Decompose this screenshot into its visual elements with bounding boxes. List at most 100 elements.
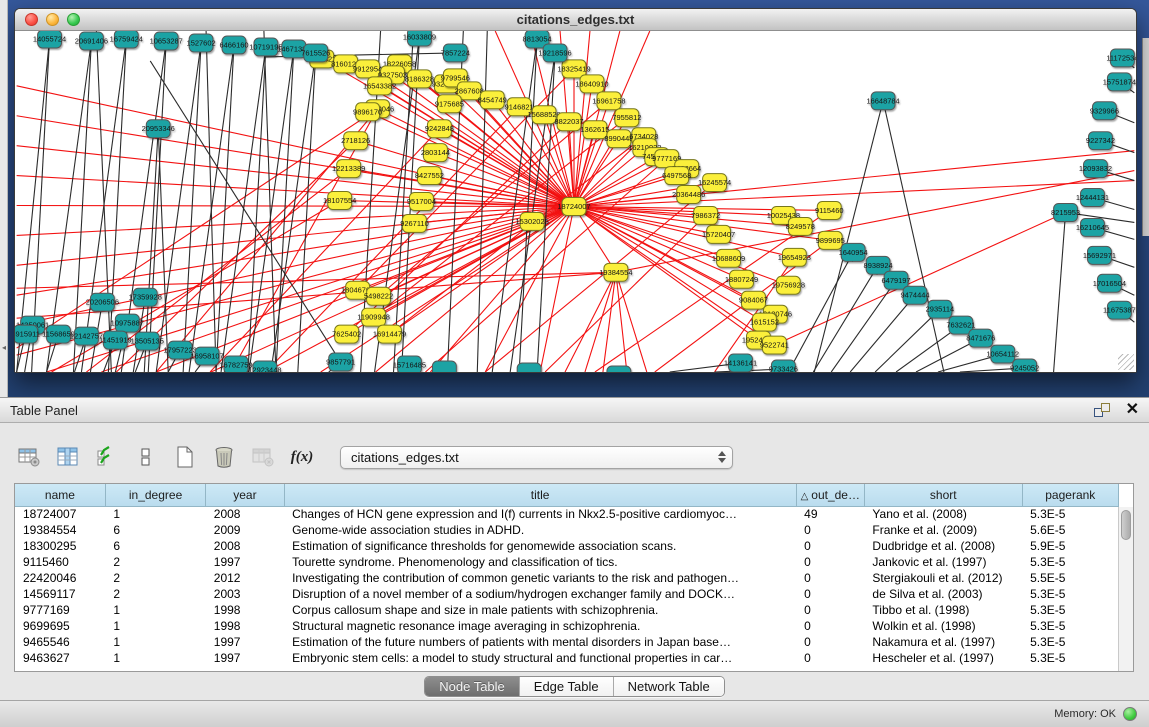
graph-node[interactable]: 6466160 — [219, 36, 248, 54]
graph-node[interactable]: 1527602 — [187, 34, 216, 52]
select-columns-icon[interactable] — [92, 442, 122, 472]
graph-node[interactable]: 11451919 — [99, 331, 132, 349]
table-cell[interactable]: 0 — [796, 634, 864, 650]
table-cell[interactable]: 5.9E-5 — [1022, 538, 1118, 554]
table-cell[interactable]: 1 — [105, 634, 205, 650]
table-cell[interactable]: 2012 — [206, 570, 284, 586]
graph-edge[interactable] — [574, 148, 645, 207]
graph-edge[interactable] — [574, 206, 616, 272]
graph-node[interactable]: 7955812 — [612, 109, 641, 127]
column-header-out_de[interactable]: △out_de… — [796, 484, 864, 506]
graph-node[interactable]: 13505135 — [131, 332, 164, 350]
column-header-in_degree[interactable]: in_degree — [105, 484, 205, 506]
table-cell[interactable]: 2 — [105, 570, 205, 586]
table-row[interactable]: 1830029562008Estimation of significance … — [15, 538, 1119, 554]
column-header-title[interactable]: title — [284, 484, 796, 506]
table-cell[interactable]: 18300295 — [15, 538, 105, 554]
table-cell[interactable]: 1 — [105, 650, 205, 666]
graph-node[interactable]: 8249578 — [786, 217, 815, 235]
citation-graph[interactable]: 1872400776638228160123991295418226058932… — [15, 31, 1136, 372]
table-cell[interactable]: Tourette syndrome. Phenomenology and cla… — [284, 554, 796, 570]
graph-node[interactable]: 9896170 — [353, 103, 382, 121]
table-cell[interactable]: Tibbo et al. (1998) — [864, 602, 1022, 618]
table-cell[interactable]: 1997 — [206, 650, 284, 666]
graph-node[interactable]: 16210645 — [1076, 218, 1109, 236]
graph-node[interactable]: 9175685 — [435, 95, 464, 113]
column-header-short[interactable]: short — [864, 484, 1022, 506]
graph-node[interactable]: 20206506 — [86, 293, 119, 311]
graph-node[interactable]: 12444131 — [1076, 189, 1109, 207]
graph-node[interactable]: 20691406 — [75, 32, 108, 50]
table-row[interactable]: 911546021997Tourette syndrome. Phenomeno… — [15, 554, 1119, 570]
graph-node[interactable] — [607, 366, 631, 372]
graph-node[interactable]: 1640954 — [839, 243, 868, 261]
table-cell[interactable]: 5.3E-5 — [1022, 554, 1118, 570]
graph-node[interactable]: 15692971 — [1083, 246, 1116, 264]
graph-node[interactable]: 16914479 — [373, 325, 406, 343]
table-cell[interactable]: Stergiakouli et al. (2012) — [864, 570, 1022, 586]
graph-node[interactable]: 16759424 — [110, 31, 143, 48]
table-cell[interactable]: 0 — [796, 602, 864, 618]
table-cell[interactable]: 0 — [796, 618, 864, 634]
graph-node[interactable]: 9474444 — [900, 286, 929, 304]
table-cell[interactable]: Estimation of the future numbers of pati… — [284, 634, 796, 650]
graph-edge[interactable] — [271, 53, 316, 372]
table-cell[interactable]: 22420046 — [15, 570, 105, 586]
graph-edge[interactable] — [585, 272, 616, 372]
graph-node[interactable]: 7615526 — [301, 44, 330, 62]
table-row[interactable]: 1456911722003Disruption of a novel membe… — [15, 586, 1119, 602]
graph-node[interactable]: 16961758 — [592, 92, 625, 110]
graph-node[interactable]: 9084067 — [739, 291, 768, 309]
table-cell[interactable]: 49 — [796, 506, 864, 522]
close-button[interactable] — [25, 13, 38, 26]
table-cell[interactable]: Jankovic et al. (1997) — [864, 554, 1022, 570]
graph-node[interactable]: 3915911 — [15, 325, 40, 343]
graph-node[interactable]: 19218596 — [538, 44, 571, 62]
graph-node[interactable]: 16648784 — [866, 92, 899, 110]
network-window[interactable]: citations_edges.txt 18724007766382281601… — [14, 8, 1137, 373]
window-titlebar[interactable]: citations_edges.txt — [15, 9, 1136, 31]
table-cell[interactable]: 1 — [105, 618, 205, 634]
table-row[interactable]: 1872400712008Changes of HCN gene express… — [15, 506, 1119, 522]
table-cell[interactable]: 14569117 — [15, 586, 105, 602]
table-cell[interactable]: 9463627 — [15, 650, 105, 666]
graph-node[interactable]: 18724007 — [557, 198, 590, 216]
graph-node[interactable]: 16245574 — [698, 174, 731, 192]
table-cell[interactable]: Genome-wide association studies in ADHD. — [284, 522, 796, 538]
table-cell[interactable]: 2008 — [206, 538, 284, 554]
show-column-icon[interactable] — [53, 442, 83, 472]
graph-node[interactable]: 20953346 — [142, 120, 175, 138]
graph-edge[interactable] — [545, 215, 706, 372]
table-cell[interactable]: 5.6E-5 — [1022, 522, 1118, 538]
graph-node[interactable]: 8471676 — [966, 329, 995, 347]
graph-node[interactable]: 18807249 — [725, 270, 758, 288]
table-cell[interactable]: de Silva et al. (2003) — [864, 586, 1022, 602]
table-cell[interactable]: 6 — [105, 538, 205, 554]
table-cell[interactable]: Hescheler et al. (1997) — [864, 650, 1022, 666]
graph-node[interactable]: 9267110 — [400, 214, 429, 232]
graph-edge[interactable] — [850, 295, 915, 372]
graph-edge[interactable] — [73, 41, 91, 372]
table-cell[interactable]: 9699695 — [15, 618, 105, 634]
table-cell[interactable]: 0 — [796, 650, 864, 666]
table-cell[interactable]: 1 — [105, 602, 205, 618]
column-header-name[interactable]: name — [15, 484, 105, 506]
graph-node[interactable]: 1615152 — [750, 313, 779, 331]
table-cell[interactable]: 19384554 — [15, 522, 105, 538]
table-cell[interactable]: 5.3E-5 — [1022, 602, 1118, 618]
graph-edge[interactable] — [216, 45, 234, 372]
graph-edge[interactable] — [264, 31, 276, 372]
table-cell[interactable]: 5.3E-5 — [1022, 634, 1118, 650]
graph-node[interactable]: 10688609 — [712, 249, 745, 267]
delete-table-icon[interactable] — [209, 442, 239, 472]
table-cell[interactable]: 0 — [796, 570, 864, 586]
graph-edge[interactable] — [574, 139, 619, 207]
table-panel-header[interactable]: Table Panel ✕ — [0, 397, 1149, 423]
tab-network-table[interactable]: Network Table — [614, 677, 724, 696]
network-canvas[interactable]: 1872400776638228160123991295418226058932… — [15, 31, 1136, 372]
table-cell[interactable]: Wolkin et al. (1998) — [864, 618, 1022, 634]
table-cell[interactable]: 1998 — [206, 602, 284, 618]
table-row[interactable]: 946554611997Estimation of the future num… — [15, 634, 1119, 650]
table-cell[interactable]: Estimation of significance thresholds fo… — [284, 538, 796, 554]
table-cell[interactable]: Yano et al. (2008) — [864, 506, 1022, 522]
